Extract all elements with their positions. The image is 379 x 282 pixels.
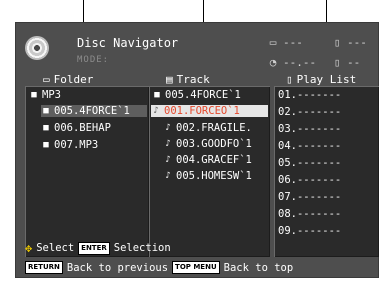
guide-row-select: ✥ Select ENTER Selection <box>25 241 171 255</box>
track-item-label: 004.GRACEF`1 <box>176 154 252 166</box>
folder-count-value: --- <box>283 36 303 49</box>
folder-icon: ■ <box>43 106 49 116</box>
dpad-icon: ✥ <box>25 241 33 255</box>
track-panel: ■ 005.4FORCE`1 ♪ 001.FORCEO`1 ♪ 002.FRAG… <box>149 86 270 257</box>
playlist-slot-label: 01.------- <box>278 89 342 101</box>
disc-icon <box>25 36 49 60</box>
top-menu-key: TOP MENU <box>172 261 220 274</box>
folder-heading: ▭ Folder <box>43 72 93 86</box>
track-item[interactable]: ♪ 005.HOMESW`1 <box>163 170 252 182</box>
track-count: ▯ --- <box>331 36 367 49</box>
music-note-icon: ♪ <box>153 106 159 116</box>
disc-navigator-screen: Disc Navigator MODE: ▭ --- ▯ --- ◔ --.--… <box>15 22 379 278</box>
playlist-count: ▯ -- <box>331 56 361 69</box>
playlist-slot-label: 07.------- <box>278 191 342 203</box>
playlist-slot[interactable]: 06.------- <box>278 174 341 186</box>
track-folder-item[interactable]: ■ 005.4FORCE`1 <box>152 89 241 101</box>
folder-icon: ■ <box>31 90 37 100</box>
music-note-icon: ♪ <box>165 171 171 181</box>
folder-panel: ■ MP3 ■ 005.4FORCE`1 ■ 006.BEHAP ■ 007.M… <box>25 86 149 257</box>
playlist-slot-label: 05.------- <box>278 157 342 169</box>
folder-icon: ■ <box>43 123 49 133</box>
file-icon: ▯ <box>333 36 341 49</box>
enter-key: ENTER <box>78 241 110 255</box>
folder-item[interactable]: ■ MP3 <box>29 89 61 101</box>
playlist-slot[interactable]: 04.------- <box>278 140 341 152</box>
playlist-heading: ▯ Play List <box>286 72 356 86</box>
playlist-slot-label: 04.------- <box>278 140 342 152</box>
track-item-label: 001.FORCEO`1 <box>164 105 240 117</box>
playlist-slot[interactable]: 07.------- <box>278 191 341 203</box>
playlist-count-value: -- <box>347 56 361 69</box>
folder-heading-label: Folder <box>53 72 94 86</box>
playlist-slot-label: 08.------- <box>278 208 342 220</box>
guide-row-navigation: RETURN Back to previous TOP MENU Back to… <box>25 261 293 274</box>
folder-count: ▭ --- <box>267 36 303 49</box>
track-heading-label: Track <box>176 72 210 86</box>
playlist-slot-label: 02.------- <box>278 106 342 118</box>
folder-icon: ■ <box>154 90 160 100</box>
playlist-panel: 01.------- 02.------- 03.------- 04.----… <box>274 86 379 257</box>
playlist-slot[interactable]: 01.------- <box>278 89 341 101</box>
music-note-icon: ♪ <box>165 123 171 133</box>
music-note-icon: ♪ <box>165 139 171 149</box>
track-item[interactable]: ♪ 003.GOODFO`1 <box>163 138 252 150</box>
track-heading: ▤ Track <box>166 72 210 86</box>
track-item[interactable]: ♪ 002.FRAGILE. <box>163 122 252 134</box>
folder-item[interactable]: ■ 006.BEHAP <box>41 122 111 134</box>
playlist-icon: ▯ <box>286 72 293 86</box>
playlist-slot[interactable]: 05.------- <box>278 157 341 169</box>
track-folder-label: 005.4FORCE`1 <box>165 89 241 101</box>
playlist-slot-label: 06.------- <box>278 174 342 186</box>
back-to-top-label: Back to top <box>223 261 294 274</box>
playlist-slot-label: 09.------- <box>278 225 342 237</box>
app-title: Disc Navigator <box>77 36 179 50</box>
track-item[interactable]: ♪ 004.GRACEF`1 <box>163 154 252 166</box>
track-item-label: 002.FRAGILE. <box>176 122 252 134</box>
track-item-highlighted[interactable]: ♪ 001.FORCEO`1 <box>151 105 268 117</box>
track-list-icon: ▤ <box>166 72 173 86</box>
playlist-heading-label: Play List <box>296 72 357 86</box>
elapsed-time: ◔ --.-- <box>267 56 316 69</box>
elapsed-time-value: --.-- <box>283 56 317 69</box>
playlist-slot[interactable]: 03.------- <box>278 123 341 135</box>
button-guide: ✥ Select ENTER Selection RETURN Back to … <box>15 238 379 278</box>
select-label: Select <box>36 242 75 254</box>
track-count-value: --- <box>347 36 367 49</box>
folder-item-label: 005.4FORCE`1 <box>54 105 130 117</box>
folder-icon: ▭ <box>269 36 277 49</box>
clock-icon: ◔ <box>269 56 277 69</box>
folder-icon: ■ <box>43 140 49 150</box>
playlist-slot[interactable]: 09.------- <box>278 225 341 237</box>
playlist-file-icon: ▯ <box>333 56 341 69</box>
playlist-slot[interactable]: 08.------- <box>278 208 341 220</box>
folder-item[interactable]: ■ 007.MP3 <box>41 139 98 151</box>
playlist-slot[interactable]: 02.------- <box>278 106 341 118</box>
mode-label: MODE: <box>77 55 110 65</box>
playlist-slot-label: 03.------- <box>278 123 342 135</box>
folder-item-selected[interactable]: ■ 005.4FORCE`1 <box>41 105 147 117</box>
track-item-label: 003.GOODFO`1 <box>176 138 252 150</box>
folder-item-label: 007.MP3 <box>54 139 99 151</box>
back-to-previous-label: Back to previous <box>66 261 169 274</box>
folder-item-label: 006.BEHAP <box>54 122 111 134</box>
folder-item-label: MP3 <box>42 89 61 101</box>
folder-icon: ▭ <box>43 72 50 86</box>
track-item-label: 005.HOMESW`1 <box>176 170 252 182</box>
music-note-icon: ♪ <box>165 155 171 165</box>
return-key: RETURN <box>25 261 63 274</box>
selection-label: Selection <box>113 242 171 254</box>
